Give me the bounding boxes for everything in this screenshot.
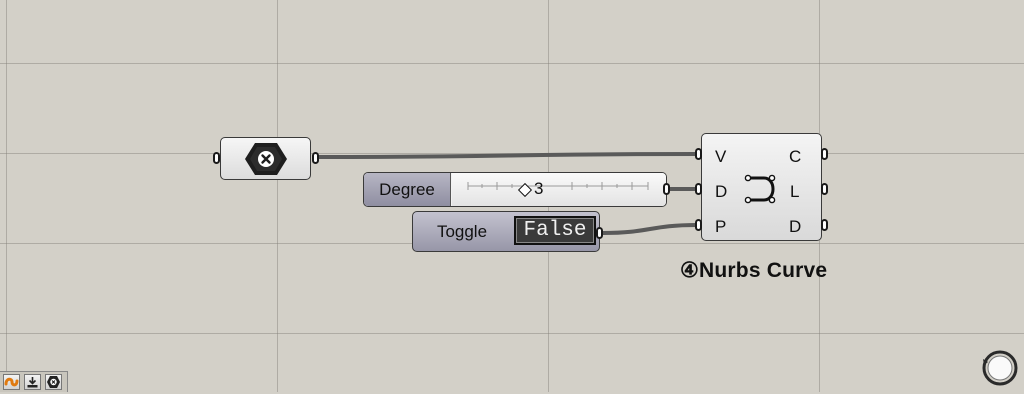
grasshopper-canvas[interactable]: Degree 3 Toggle False V D P C L D ④Nurbs… <box>0 0 1024 392</box>
slider-ticks <box>467 182 649 190</box>
wire-point-to-v <box>317 152 698 159</box>
boolean-toggle[interactable]: Toggle False <box>412 211 600 252</box>
bake-icon[interactable] <box>24 374 41 390</box>
compass-icon[interactable] <box>980 348 1018 386</box>
degree-slider-output-grip[interactable] <box>663 183 670 195</box>
point-param-input-grip[interactable] <box>213 152 220 164</box>
output-d: D <box>789 217 802 236</box>
input-v: V <box>715 147 727 166</box>
input-p: P <box>715 217 727 236</box>
output-c: C <box>789 147 802 166</box>
nurbs-output-d-grip[interactable] <box>821 219 828 231</box>
input-d: D <box>715 182 728 201</box>
point-param-component[interactable] <box>220 137 311 180</box>
toggle-output-grip[interactable] <box>596 227 603 239</box>
nurbs-output-c-grip[interactable] <box>821 148 828 160</box>
toggle-name: Toggle <box>436 221 488 241</box>
nurbs-input-d-grip[interactable] <box>695 183 702 195</box>
component-title: ④Nurbs Curve <box>680 259 828 282</box>
nurbs-curve-component[interactable]: V D P C L D <box>701 133 822 241</box>
point-param-icon <box>245 143 287 175</box>
canvas-toolbar <box>0 371 68 392</box>
toggle-state[interactable]: False <box>514 216 596 245</box>
point-param-output-grip[interactable] <box>312 152 319 164</box>
nurbs-input-p-grip[interactable] <box>695 219 702 231</box>
nurbs-curve-icon <box>744 174 776 204</box>
output-l: L <box>790 182 800 201</box>
slider-value: 3 <box>534 179 544 198</box>
degree-slider[interactable]: Degree 3 <box>363 172 667 207</box>
nurbs-input-v-grip[interactable] <box>695 148 702 160</box>
slider-name: Degree <box>364 173 451 206</box>
wire-toggle-to-p <box>602 223 698 235</box>
curve-tool-icon[interactable] <box>3 374 20 390</box>
nurbs-output-l-grip[interactable] <box>821 183 828 195</box>
slider-track[interactable]: 3 <box>452 173 666 206</box>
point-tool-icon[interactable] <box>45 374 62 390</box>
